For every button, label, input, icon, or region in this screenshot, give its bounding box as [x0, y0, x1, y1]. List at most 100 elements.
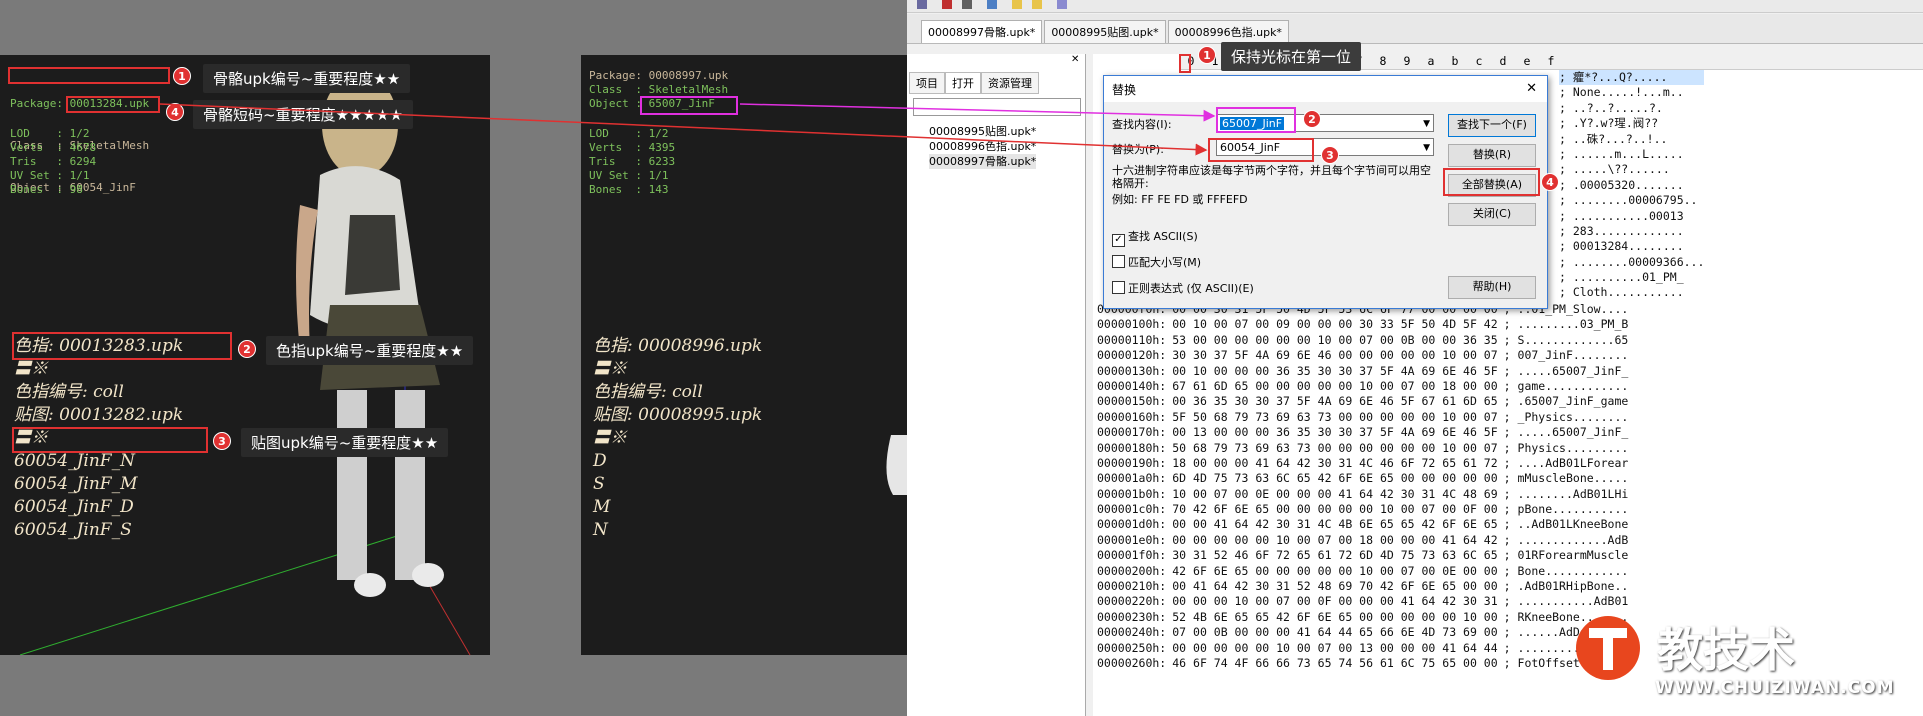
checkbox-icon[interactable]: [1112, 255, 1125, 268]
side-dropdown[interactable]: [913, 98, 1081, 116]
toolbar-icon[interactable]: [917, 0, 927, 9]
hex-row-bytes[interactable]: 07 00 0B 00 00 00 41 64 44 65 66 6E 4D 7…: [1172, 625, 1497, 639]
hex-row-bytes[interactable]: 00 10 00 07 00 09 00 00 00 30 33 5F 50 4…: [1172, 317, 1497, 331]
hex-row-bytes[interactable]: 18 00 00 00 41 64 42 30 31 4C 46 6F 72 6…: [1172, 456, 1497, 470]
hex-row[interactable]: 00000110h: 53 00 00 00 00 00 00 10 00 07 …: [1097, 333, 1628, 348]
hex-row-bytes[interactable]: 00 41 64 42 30 31 52 48 69 70 42 6F 6E 6…: [1172, 579, 1497, 593]
hex-row[interactable]: 00000150h: 00 36 35 30 30 37 5F 4A 69 6E …: [1097, 394, 1628, 409]
hex-row-bytes[interactable]: 00 00 41 64 42 30 31 4C 4B 6E 65 65 42 6…: [1172, 517, 1497, 531]
hex-row[interactable]: 000001b0h: 10 00 07 00 0E 00 00 00 41 64 …: [1097, 487, 1628, 502]
hex-row-bytes[interactable]: 00 10 00 00 00 36 35 30 30 37 5F 4A 69 6…: [1172, 364, 1497, 378]
hex-row-bytes[interactable]: 6D 4D 75 73 63 6C 65 42 6F 6E 65 00 00 0…: [1172, 471, 1497, 485]
file-list-item[interactable]: 00008995贴图.upk*: [929, 124, 1036, 139]
help-button[interactable]: 帮助(H): [1448, 276, 1536, 299]
material-line: 贴图: 00013282.upk: [14, 405, 184, 425]
hex-row-bytes[interactable]: 42 6F 6E 65 00 00 00 00 00 10 00 07 00 0…: [1172, 564, 1497, 578]
toolbar-icon[interactable]: [987, 0, 997, 9]
dialog-close-icon[interactable]: ✕: [1526, 81, 1537, 96]
hex-row[interactable]: 000001d0h: 00 00 41 64 42 30 31 4C 4B 6E …: [1097, 517, 1628, 532]
hex-row-bytes[interactable]: 67 61 6D 65 00 00 00 00 00 10 00 07 00 1…: [1172, 379, 1497, 393]
material-line: 〓※: [593, 359, 627, 379]
hex-row-bytes[interactable]: 00 36 35 30 30 37 5F 4A 69 6E 46 5F 67 6…: [1172, 394, 1497, 408]
hex-row[interactable]: 00000140h: 67 61 6D 65 00 00 00 00 00 10 …: [1097, 379, 1628, 394]
toolbar-icon[interactable]: [1032, 0, 1042, 9]
checkbox-icon[interactable]: [1112, 281, 1125, 294]
callout-texture-upk: 贴图upk编号~重要程度★★: [241, 428, 449, 457]
hex-row-bytes[interactable]: 30 30 37 5F 4A 69 6E 46 00 00 00 00 00 1…: [1172, 348, 1497, 362]
hex-row-bytes[interactable]: 52 4B 6E 65 65 42 6F 6E 65 00 00 00 00 0…: [1172, 610, 1497, 624]
tab-color-file[interactable]: 00008996色指.upk*: [1167, 20, 1289, 43]
opt-case-label: 匹配大小写(M): [1128, 256, 1202, 269]
tab-skeleton-file[interactable]: 00008997骨骼.upk*: [921, 20, 1043, 43]
hex-row[interactable]: 00000200h: 42 6F 6E 65 00 00 00 00 00 10 …: [1097, 564, 1628, 579]
badge-cursor: 1: [1198, 46, 1216, 64]
hex-row[interactable]: 00000160h: 5F 50 68 79 73 69 63 73 00 00 …: [1097, 410, 1628, 425]
hex-row-bytes[interactable]: 5F 50 68 79 73 69 63 73 00 00 00 00 00 1…: [1172, 410, 1497, 424]
side-tab-open[interactable]: 打开: [945, 72, 981, 94]
tab-texture-file[interactable]: 00008995贴图.upk*: [1044, 20, 1166, 43]
opt-ascii[interactable]: ✓ 查找 ASCII(S): [1112, 228, 1198, 247]
callout-skeleton-upk: 骨骼upk编号~重要程度★★: [203, 64, 411, 93]
hex-row-bytes[interactable]: 00 00 00 00 00 10 00 07 00 13 00 00 00 4…: [1172, 641, 1497, 655]
material-line: 〓※: [593, 428, 627, 448]
hex-hint: 十六进制字符串应该是每字节两个字符，并且每个字节间可以用空格隔开:: [1112, 164, 1431, 190]
toolbar-icon[interactable]: [962, 0, 972, 9]
hex-row-address: 00000120h:: [1097, 348, 1167, 363]
close-button[interactable]: 关闭(C): [1448, 203, 1536, 226]
side-tab-explorer[interactable]: 资源管理: [981, 72, 1039, 94]
hex-row-bytes[interactable]: 00 00 00 00 00 10 00 07 00 18 00 00 00 4…: [1172, 533, 1497, 547]
toolbar-icon[interactable]: [1012, 0, 1022, 9]
hex-row[interactable]: 00000130h: 00 10 00 00 00 36 35 30 30 37 …: [1097, 364, 1628, 379]
ascii-line: ; None.....!...m..: [1559, 85, 1684, 100]
material-line: 贴图: 00008995.upk: [593, 405, 763, 425]
chevron-down-icon[interactable]: ▼: [1423, 115, 1430, 133]
stat-tris: Tris : 6233: [589, 155, 676, 168]
hex-row-bytes[interactable]: 30 31 52 46 6F 72 65 61 72 6D 4D 75 73 6…: [1172, 548, 1497, 562]
hex-row-ascii: ; .............AdB: [1503, 532, 1629, 547]
object-highlight: [66, 96, 160, 113]
hex-row[interactable]: 00000100h: 00 10 00 07 00 09 00 00 00 30 …: [1097, 317, 1628, 332]
checkbox-checked-icon[interactable]: ✓: [1112, 234, 1125, 247]
hex-row[interactable]: 00000250h: 00 00 00 00 00 10 00 07 00 13 …: [1097, 641, 1628, 656]
hex-row[interactable]: 000001c0h: 70 42 6F 6E 65 00 00 00 00 00 …: [1097, 502, 1628, 517]
opt-case[interactable]: 匹配大小写(M): [1112, 254, 1201, 270]
hex-row-bytes[interactable]: 00 00 00 10 00 07 00 0F 00 00 00 41 64 4…: [1172, 594, 1497, 608]
side-tab-project[interactable]: 项目: [909, 72, 945, 94]
chevron-down-icon[interactable]: ▼: [1423, 139, 1430, 157]
hex-row-address: 00000220h:: [1097, 594, 1167, 609]
side-panel-close-icon[interactable]: ✕: [1071, 54, 1079, 65]
replace-dialog-titlebar: 替换 ✕: [1104, 76, 1547, 102]
ascii-line: ; .00005320.......: [1559, 177, 1684, 192]
hex-row-address: 00000130h:: [1097, 363, 1167, 378]
hex-row[interactable]: 000001f0h: 30 31 52 46 6F 72 65 61 72 6D …: [1097, 548, 1628, 563]
hex-hint-example: 例如: FF FE FD 或 FFFEFD: [1112, 193, 1248, 206]
toolbar-icon[interactable]: [942, 0, 952, 9]
hex-row[interactable]: 00000170h: 00 13 00 00 00 36 35 30 30 37 …: [1097, 425, 1628, 440]
hex-row[interactable]: 00000210h: 00 41 64 42 30 31 52 48 69 70 …: [1097, 579, 1628, 594]
hex-row-bytes[interactable]: 00 13 00 00 00 36 35 30 30 37 5F 4A 69 6…: [1172, 425, 1497, 439]
hex-row[interactable]: 00000190h: 18 00 00 00 41 64 42 30 31 4C …: [1097, 456, 1628, 471]
file-list-item[interactable]: 00008997骨骼.upk*: [929, 154, 1037, 169]
hex-row[interactable]: 00000120h: 30 30 37 5F 4A 69 6E 46 00 00 …: [1097, 348, 1628, 363]
hex-row-bytes[interactable]: 10 00 07 00 0E 00 00 00 41 64 42 30 31 4…: [1172, 487, 1497, 501]
find-next-button[interactable]: 查找下一个(F): [1448, 114, 1536, 137]
hex-row[interactable]: 000001e0h: 00 00 00 00 00 10 00 07 00 18 …: [1097, 533, 1628, 548]
replace-button[interactable]: 替换(R): [1448, 144, 1536, 167]
hex-row-ascii: ; Bone............: [1503, 563, 1629, 578]
hex-row[interactable]: 00000180h: 50 68 79 73 69 63 73 00 00 00 …: [1097, 441, 1628, 456]
file-list-item[interactable]: 00008996色指.upk*: [929, 139, 1036, 154]
hex-row[interactable]: 00000220h: 00 00 00 10 00 07 00 0F 00 00 …: [1097, 594, 1628, 609]
hex-row-bytes[interactable]: 50 68 79 73 69 63 73 00 00 00 00 00 00 1…: [1172, 441, 1497, 455]
opt-regex[interactable]: 正则表达式 (仅 ASCII)(E): [1112, 280, 1254, 296]
hex-row-bytes[interactable]: 53 00 00 00 00 00 00 10 00 07 00 0B 00 0…: [1172, 333, 1497, 347]
col-header: d: [1499, 54, 1507, 68]
hex-row-bytes[interactable]: 46 6F 74 4F 66 66 73 65 74 56 61 6C 75 6…: [1172, 656, 1497, 670]
hex-row[interactable]: 000001a0h: 6D 4D 75 73 63 6C 65 42 6F 6E …: [1097, 471, 1628, 486]
hex-row[interactable]: 00000240h: 07 00 0B 00 00 00 41 64 44 65 …: [1097, 625, 1628, 640]
hex-row-bytes[interactable]: 70 42 6F 6E 65 00 00 00 00 00 10 00 07 0…: [1172, 502, 1497, 516]
hex-row-address: 00000190h:: [1097, 455, 1167, 470]
hex-row[interactable]: 00000260h: 46 6F 74 4F 66 66 73 65 74 56 …: [1097, 656, 1628, 671]
brand-logo-icon: [1576, 616, 1640, 680]
toolbar-icon[interactable]: [1057, 0, 1067, 9]
hex-row[interactable]: 00000230h: 52 4B 6E 65 65 42 6F 6E 65 00 …: [1097, 610, 1628, 625]
